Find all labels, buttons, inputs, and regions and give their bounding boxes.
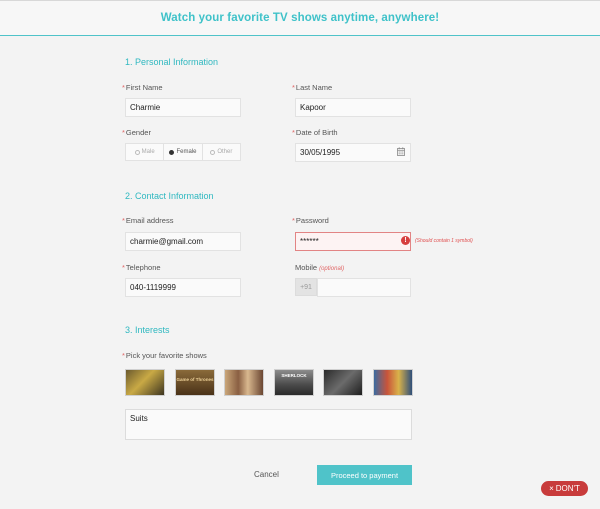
section-title-interests: 3. Interests xyxy=(125,325,170,335)
section-title-contact: 2. Contact Information xyxy=(125,191,214,201)
optional-tag: (optional) xyxy=(319,266,345,272)
country-code-prefix: +91 xyxy=(295,278,317,296)
section-title-personal: 1. Personal Information xyxy=(125,57,219,67)
password-error-message: (Should contain 1 symbol) xyxy=(415,238,473,244)
email-label: *Email address xyxy=(122,216,174,225)
calendar-icon[interactable] xyxy=(397,147,405,156)
password-input[interactable] xyxy=(295,232,411,251)
first-name-label: *First Name xyxy=(122,83,163,92)
cancel-button[interactable]: Cancel xyxy=(254,470,279,479)
last-name-label: *Last Name xyxy=(292,83,333,92)
show-thumbnail-4[interactable]: SHERLOCK xyxy=(274,369,314,396)
show-thumbnail-6[interactable] xyxy=(373,369,413,396)
gender-option-female[interactable]: Female xyxy=(164,144,203,160)
gender-option-male[interactable]: Male xyxy=(126,144,165,160)
show-thumbnail-2[interactable]: Game of Thrones xyxy=(175,369,215,396)
mobile-label: Mobile (optional) xyxy=(295,263,345,272)
selected-shows-textarea[interactable]: Suits xyxy=(125,409,412,440)
gender-label: *Gender xyxy=(122,128,151,137)
radio-icon xyxy=(134,149,140,155)
mobile-input[interactable] xyxy=(317,278,411,297)
radio-icon xyxy=(210,149,216,155)
email-input[interactable] xyxy=(125,232,241,251)
show-thumbnail-1[interactable] xyxy=(125,369,165,396)
error-icon: ! xyxy=(401,236,410,245)
header-bar: Watch your favorite TV shows anytime, an… xyxy=(0,0,600,36)
dob-input[interactable] xyxy=(295,143,411,162)
show-thumbnail-3[interactable] xyxy=(224,369,264,396)
telephone-input[interactable] xyxy=(125,278,241,297)
gender-option-other[interactable]: Other xyxy=(203,144,240,160)
dob-label: *Date of Birth xyxy=(292,128,338,137)
telephone-label: *Telephone xyxy=(122,263,161,272)
password-label: *Password xyxy=(292,216,329,225)
shows-label: *Pick your favorite shows xyxy=(122,351,207,360)
page-title: Watch your favorite TV shows anytime, an… xyxy=(160,12,440,24)
gender-radio-group: Male Female Other xyxy=(125,143,241,161)
proceed-to-payment-button[interactable]: Proceed to payment xyxy=(317,465,412,485)
show-thumbnail-5[interactable] xyxy=(323,369,363,396)
close-icon: × xyxy=(549,484,554,493)
radio-selected-icon xyxy=(169,149,175,155)
first-name-input[interactable] xyxy=(125,98,241,117)
dont-badge: × DON'T xyxy=(541,481,588,496)
last-name-input[interactable] xyxy=(295,98,411,117)
